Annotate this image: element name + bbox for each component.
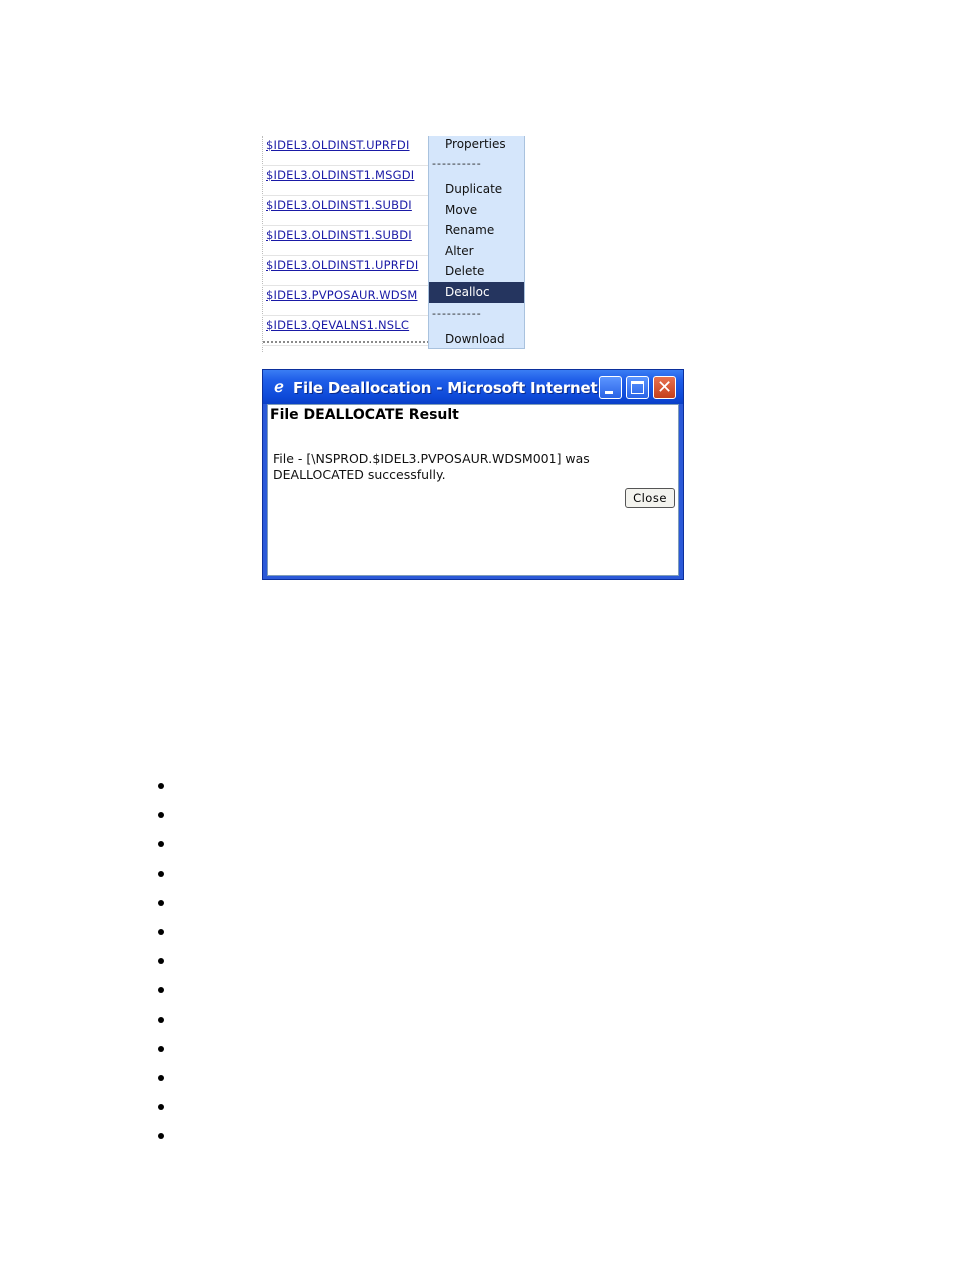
window-title: File Deallocation - Microsoft Internet .…	[293, 379, 619, 397]
file-row: $IDEL3.OLDINST1.MSGDI	[262, 166, 430, 196]
list-bullet	[158, 1045, 164, 1052]
menu-item-duplicate[interactable]: Duplicate	[429, 179, 524, 200]
minimize-button[interactable]	[599, 376, 622, 399]
menu-item-rename[interactable]: Rename	[429, 220, 524, 241]
list-bullet	[158, 929, 164, 935]
list-bullet	[158, 958, 164, 965]
list-bullet	[158, 1016, 164, 1023]
result-message: File - [\NSPROD.$IDEL3.PVPOSAUR.WDSM001]…	[273, 451, 590, 482]
file-row: $IDEL3.OLDINST1.SUBDI	[262, 226, 430, 256]
ie-page-icon: 𝑒	[274, 377, 284, 396]
result-heading: File DEALLOCATE Result	[270, 407, 459, 423]
window-close-button[interactable]: ✕	[653, 376, 676, 399]
menu-separator: ----------	[432, 308, 482, 320]
list-bullet	[158, 812, 164, 819]
menu-item-delete[interactable]: Delete	[429, 261, 524, 282]
menu-item-download[interactable]: Download	[429, 329, 524, 350]
menu-separator: ----------	[432, 158, 482, 170]
menu-item-move[interactable]: Move	[429, 200, 524, 221]
menu-item-properties[interactable]: Properties	[429, 134, 524, 155]
list-bullet	[158, 1133, 164, 1140]
maximize-icon	[631, 381, 644, 394]
close-icon: ✕	[656, 377, 673, 398]
list-bullet	[158, 899, 164, 906]
title-bar[interactable]: 𝑒 File Deallocation - Microsoft Internet…	[263, 370, 683, 404]
context-menu: Properties ---------- Duplicate Move Ren…	[428, 136, 525, 349]
file-link[interactable]: $IDEL3.OLDINST1.MSGDI	[266, 168, 414, 182]
row-divider	[262, 341, 430, 343]
list-bullet	[158, 1075, 164, 1081]
dialog-content: File DEALLOCATE Result File - [\NSPROD.$…	[267, 404, 679, 576]
file-link[interactable]: $IDEL3.OLDINST1.SUBDI	[266, 228, 412, 242]
list-bullet	[158, 1104, 164, 1111]
file-row: $IDEL3.OLDINST.UPRFDI	[262, 136, 430, 166]
menu-item-alter[interactable]: Alter	[429, 241, 524, 262]
close-button[interactable]: Close	[625, 488, 675, 508]
list-bullet	[158, 783, 164, 789]
list-bullet	[158, 841, 164, 848]
list-bullet	[158, 870, 164, 877]
file-row: $IDEL3.OLDINST1.SUBDI	[262, 196, 430, 226]
file-link[interactable]: $IDEL3.OLDINST1.SUBDI	[266, 198, 412, 212]
file-link[interactable]: $IDEL3.QEVALNS1.NSLC	[266, 318, 409, 332]
file-row: $IDEL3.OLDINST1.UPRFDI	[262, 256, 430, 286]
file-link[interactable]: $IDEL3.OLDINST.UPRFDI	[266, 138, 410, 152]
file-link[interactable]: $IDEL3.OLDINST1.UPRFDI	[266, 258, 418, 272]
menu-item-dealloc[interactable]: Dealloc	[429, 282, 524, 303]
list-bullet	[158, 987, 164, 994]
file-link[interactable]: $IDEL3.PVPOSAUR.WDSM	[266, 288, 417, 302]
dealloc-dialog: 𝑒 File Deallocation - Microsoft Internet…	[262, 369, 684, 580]
file-list: $IDEL3.OLDINST.UPRFDI $IDEL3.OLDINST1.MS…	[262, 136, 430, 352]
minimize-icon	[605, 391, 613, 394]
maximize-button[interactable]	[626, 376, 649, 399]
file-row: $IDEL3.PVPOSAUR.WDSM	[262, 286, 430, 316]
